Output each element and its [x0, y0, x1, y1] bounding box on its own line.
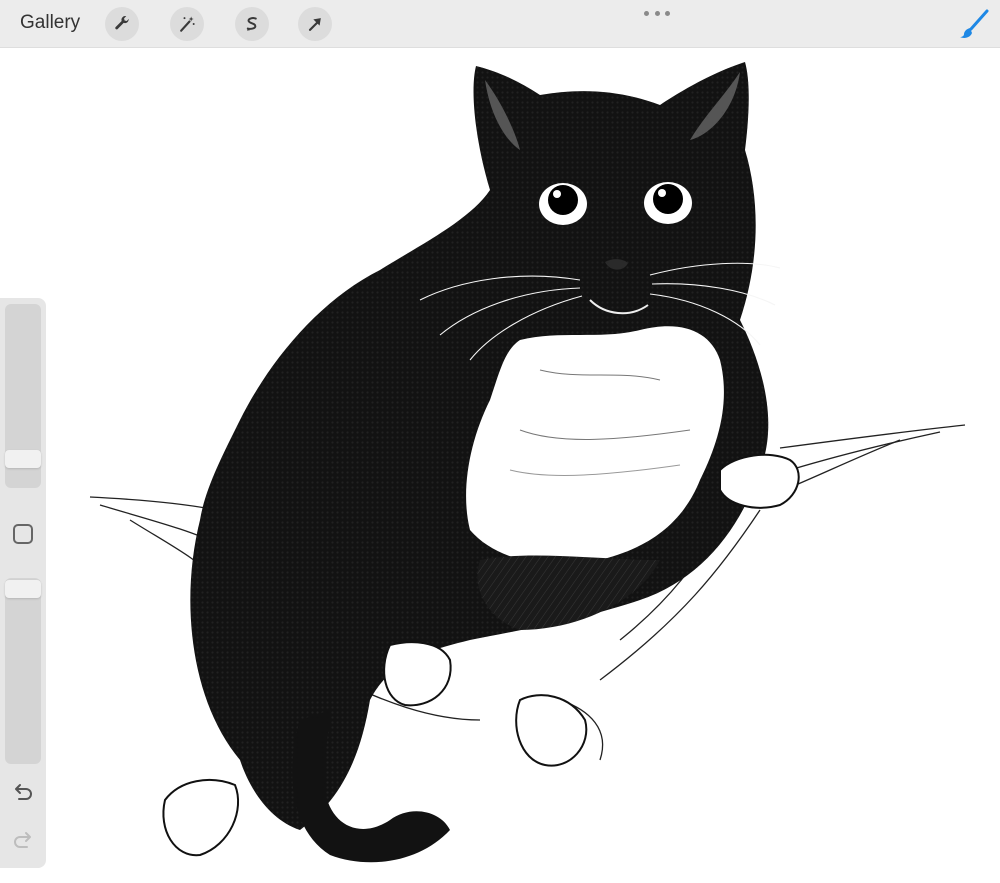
actions-wrench-button[interactable]	[105, 7, 139, 41]
drawing-canvas[interactable]	[46, 48, 1000, 883]
brush-icon[interactable]	[958, 8, 990, 40]
brush-size-slider[interactable]	[5, 304, 41, 488]
left-sidebar	[0, 298, 46, 868]
undo-icon[interactable]	[11, 782, 35, 804]
transform-arrow-button[interactable]	[298, 7, 332, 41]
transform-arrow-icon	[308, 18, 321, 31]
magic-wand-icon	[180, 16, 195, 32]
selection-icon	[246, 17, 257, 31]
ellipsis-icon[interactable]	[644, 9, 670, 17]
gallery-button[interactable]: Gallery	[20, 12, 80, 34]
selection-button[interactable]	[235, 7, 269, 41]
opacity-thumb[interactable]	[5, 580, 41, 598]
top-toolbar: Gallery	[0, 0, 1000, 48]
opacity-slider[interactable]	[5, 578, 41, 764]
square-icon[interactable]	[13, 524, 33, 544]
adjustments-wand-button[interactable]	[170, 7, 204, 41]
redo-icon[interactable]	[11, 830, 35, 852]
brush-size-thumb[interactable]	[5, 450, 41, 468]
wrench-icon	[115, 16, 129, 30]
